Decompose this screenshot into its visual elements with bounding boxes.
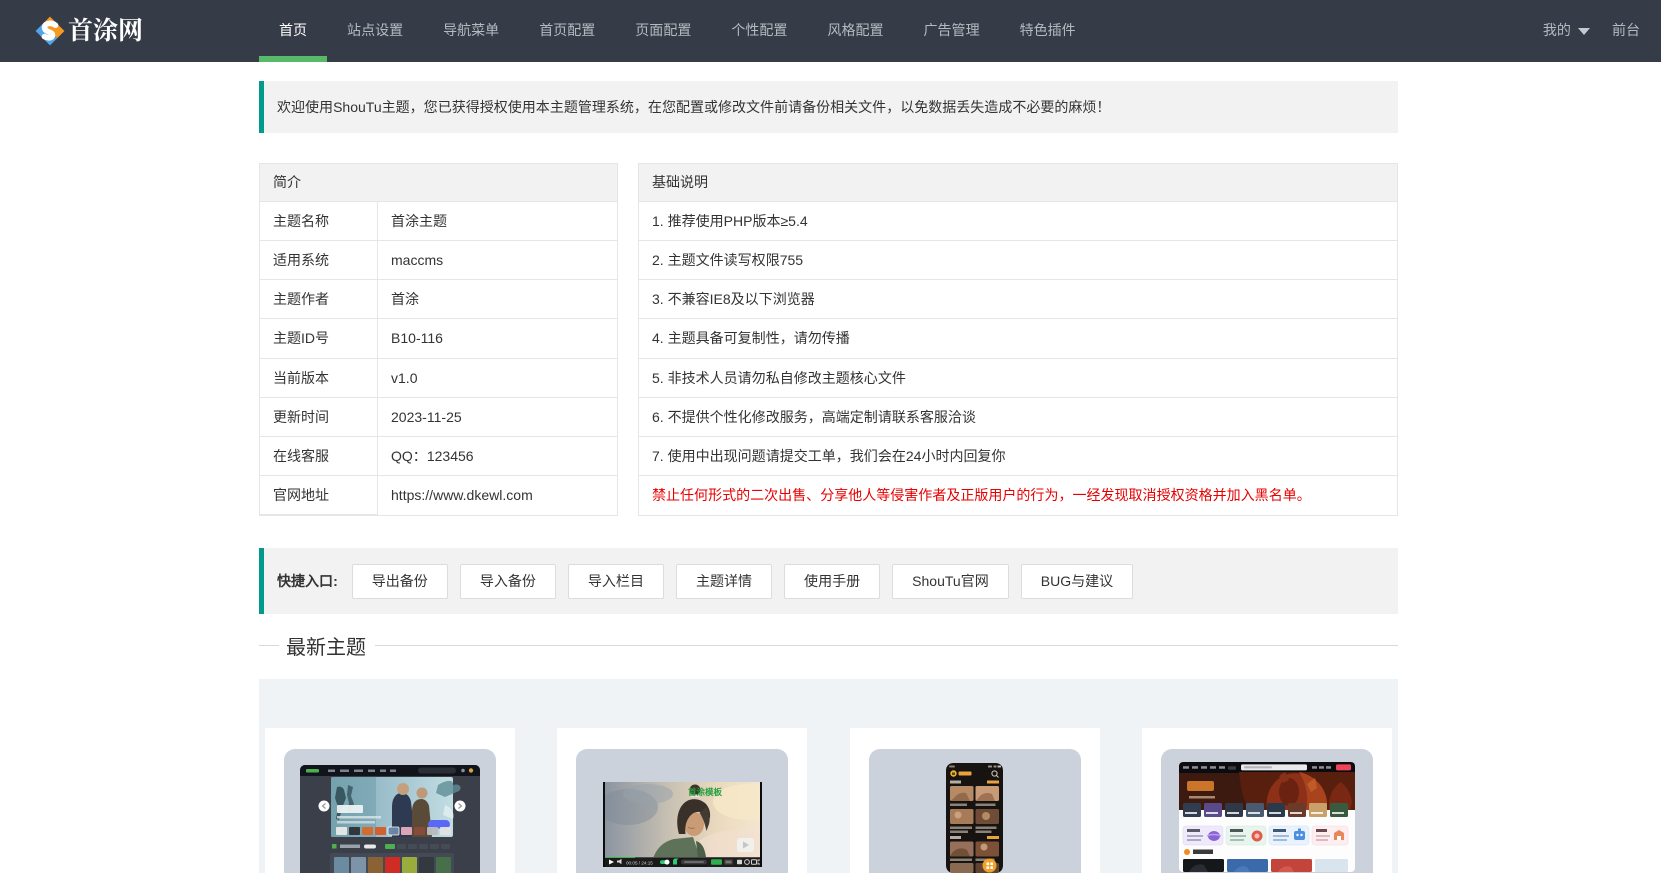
svg-text:首涂模板: 首涂模板 [688, 786, 723, 798]
svg-text:00:05 / 24:15: 00:05 / 24:15 [626, 860, 653, 865]
